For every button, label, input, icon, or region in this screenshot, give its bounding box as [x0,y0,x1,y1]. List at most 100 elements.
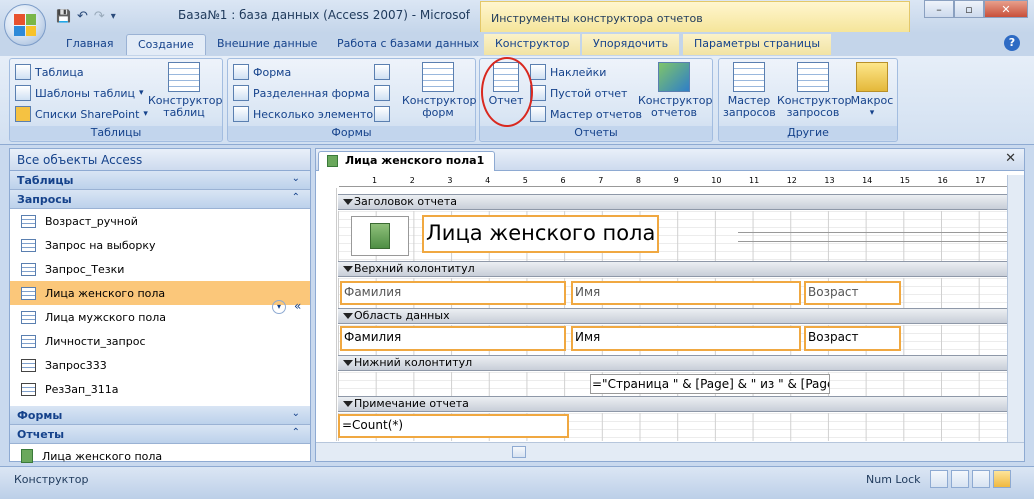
ruler-number: 5 [522,176,528,185]
nav-section-forms[interactable]: Формы ⌄ [10,406,310,425]
ruler-number: 15 [899,176,910,185]
field-name[interactable]: Имя [571,326,801,351]
table-templates-button[interactable]: Шаблоны таблиц ▾ [15,83,144,103]
nav-item-query[interactable]: Личности_запрос [10,329,310,353]
table-icon [15,64,31,80]
blank-form-icon [374,85,390,101]
vertical-scrollbar[interactable] [1007,175,1024,442]
report-wizard-button[interactable]: Мастер отчетов [530,104,642,124]
count-expression[interactable]: =Count(*) [338,414,569,438]
red-highlight-circle [481,57,533,127]
office-button[interactable] [4,4,46,46]
ruler-number: 7 [598,176,604,185]
ruler-number: 12 [786,176,797,185]
print-preview-button[interactable] [951,470,969,488]
ruler-number: 6 [560,176,566,185]
section-bar-page-header[interactable]: Верхний колонтитул [338,261,1007,277]
customize-qat-icon[interactable]: ▾ [111,11,116,22]
label-name[interactable]: Имя [571,281,801,305]
layout-view-button[interactable] [972,470,990,488]
close-document-icon[interactable]: ✕ [1005,151,1016,166]
pivot-chart-button[interactable] [374,62,390,82]
field-surname[interactable]: Фамилия [340,326,566,351]
help-icon[interactable]: ? [1004,35,1020,51]
report-design-canvas: Заголовок отчета Лица женского пола Верх… [338,188,1007,441]
scrollbar-thumb[interactable] [512,446,526,458]
labels-button[interactable]: Наклейки [530,62,606,82]
report-view-button[interactable] [930,470,948,488]
multiple-items-button[interactable]: Несколько элементов [233,104,380,124]
horizontal-scrollbar[interactable] [316,442,1024,461]
ruler-number: 17 [975,176,986,185]
vertical-ruler [316,188,337,441]
section-bar-report-header[interactable]: Заголовок отчета [338,194,1007,210]
minimize-button[interactable]: – [924,0,954,18]
tab-database-tools[interactable]: Работа с базами данных [326,34,490,55]
nav-collapse-icon[interactable]: « [294,299,301,313]
table-designer-button[interactable]: Конструктор таблиц [148,62,222,119]
tab-arrange[interactable]: Упорядочить [582,34,680,55]
table-button[interactable]: Таблица [15,62,84,82]
sharepoint-icon [15,106,31,122]
tab-external-data[interactable]: Внешние данные [206,34,328,55]
document-tab[interactable]: Лица женского пола1 [318,151,496,171]
tab-page-setup[interactable]: Параметры страницы [683,34,832,55]
window-title: База№1 : база данных (Access 2007) - Mic… [178,8,470,22]
split-form-button[interactable]: Разделенная форма [233,83,370,103]
report-designer-button[interactable]: Конструктор отчетов [638,62,712,119]
design-view-button[interactable] [993,470,1011,488]
window-controls: – ▫ ✕ [924,0,1028,18]
nav-item-report[interactable]: Лица женского пола [10,444,310,468]
section-bar-report-footer[interactable]: Примечание отчета [338,396,1007,412]
nav-item-query[interactable]: РезЗап_311а [10,377,310,401]
tab-design[interactable]: Конструктор [484,34,581,55]
nav-item-query-selected[interactable]: Лица женского пола [10,281,310,305]
ruler-number: 14 [862,176,873,185]
nav-section-tables[interactable]: Таблицы ⌄ [10,171,310,190]
close-button[interactable]: ✕ [984,0,1028,18]
label-age[interactable]: Возраст [804,281,901,305]
save-icon[interactable]: 💾 [56,9,71,23]
report-icon [327,155,338,167]
field-age[interactable]: Возраст [804,326,901,351]
nav-section-reports[interactable]: Отчеты ⌃ [10,425,310,444]
pivot-chart-icon [374,64,390,80]
label-surname[interactable]: Фамилия [340,281,566,305]
status-bar: Конструктор Num Lock [0,466,1034,499]
nav-section-queries[interactable]: Запросы ⌃ [10,190,310,209]
nav-menu-chevron-icon[interactable]: ▾ [272,300,286,314]
query-wizard-button[interactable]: Мастер запросов [723,62,776,119]
form-button[interactable]: Форма [233,62,291,82]
section-bar-page-footer[interactable]: Нижний колонтитул [338,355,1007,371]
report-designer-icon [658,62,690,92]
blank-report-button[interactable]: Пустой отчет [530,83,627,103]
ruler-number: 10 [711,176,722,185]
nav-item-query[interactable]: Лица мужского пола [10,305,310,329]
report-title-label[interactable]: Лица женского пола [422,215,659,253]
undo-icon[interactable]: ↶ [77,9,88,24]
action-query-icon [21,382,36,396]
page-number-expression[interactable]: ="Страница " & [Page] & " из " & [Pages] [590,374,830,394]
restore-button[interactable]: ▫ [954,0,984,18]
tab-home[interactable]: Главная [55,34,125,55]
nav-item-query[interactable]: Запрос на выборку [10,233,310,257]
report-logo-image[interactable] [351,216,409,256]
sharepoint-lists-button[interactable]: Списки SharePoint ▾ [15,104,148,124]
status-numlock: Num Lock [866,473,921,486]
more-forms-button[interactable] [374,104,390,124]
labels-icon [530,64,546,80]
query-icon [21,262,36,276]
nav-item-query[interactable]: Запрос_Тезки [10,257,310,281]
blank-form-button[interactable] [374,83,390,103]
nav-item-query[interactable]: Возраст_ручной [10,209,310,233]
macro-button[interactable]: Макрос ▾ [849,62,895,119]
nav-pane-header[interactable]: Все объекты Access ▾ « [10,149,310,314]
section-bar-detail[interactable]: Область данных [338,308,1007,324]
form-designer-button[interactable]: Конструктор форм [402,62,476,119]
nav-item-query[interactable]: Запрос333 [10,353,310,377]
split-form-icon [233,85,249,101]
query-designer-button[interactable]: Конструктор запросов [777,62,851,119]
date-time-placeholder [738,232,1007,242]
redo-icon[interactable]: ↷ [94,9,105,24]
tab-create[interactable]: Создание [126,34,206,55]
